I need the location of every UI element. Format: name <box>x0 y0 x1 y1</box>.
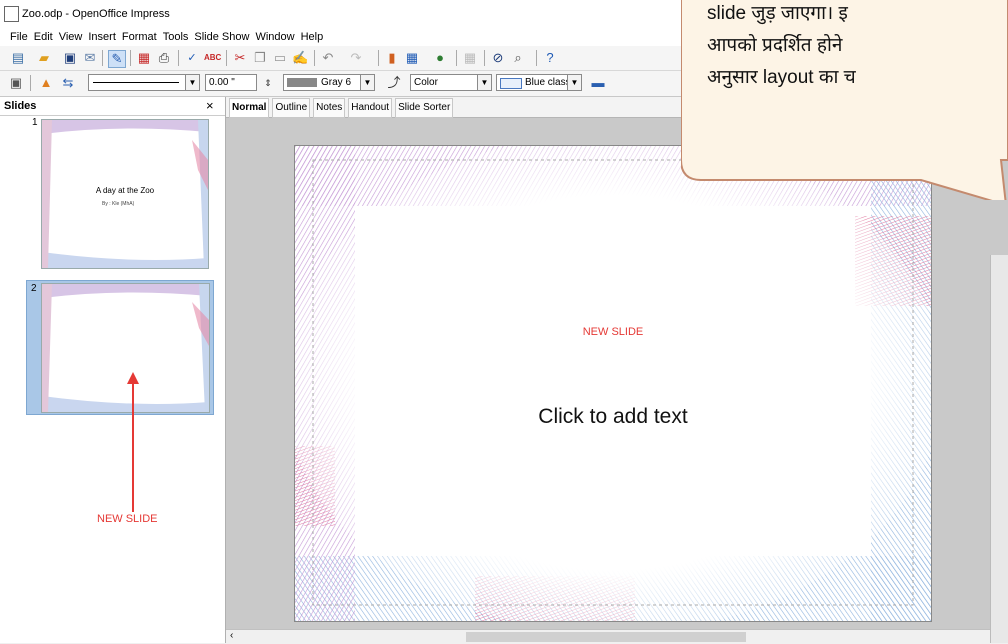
tab-normal[interactable]: Normal <box>229 98 270 118</box>
close-icon[interactable]: × <box>206 98 214 113</box>
copy-icon[interactable]: ❐ <box>252 50 268 66</box>
menu-format[interactable]: Format <box>122 28 157 46</box>
table-icon[interactable]: ▦ <box>404 50 420 66</box>
spellcheck-icon[interactable]: ✓ <box>184 50 200 66</box>
area-icon[interactable]: ⤴ <box>386 75 402 91</box>
chevron-down-icon: ▼ <box>567 75 581 90</box>
slide-thumbnail-1[interactable]: A day at the Zoo By : Kle (MhA) <box>41 119 209 269</box>
redo-icon[interactable]: ↷ <box>348 50 364 66</box>
slides-pane-title: Slides <box>4 100 37 112</box>
chevron-down-icon: ▼ <box>185 75 199 90</box>
line-width-field[interactable]: 0.00 " <box>205 74 257 91</box>
standard-toolbar: ▤ ▰ ▣ ✉ ✎ ▦ ⎙ ✓ ABC ✂ ❐ ▭ ✍ ↶ ↷ ▮ ▦ ● ▦ … <box>0 46 700 71</box>
pdf-icon[interactable]: ▦ <box>136 50 152 66</box>
styles-icon[interactable]: ▣ <box>8 75 24 91</box>
navigator-icon[interactable]: ⊘ <box>490 50 506 66</box>
line-fill-toolbar: ▣ ▲ ⇆ ▼ 0.00 " ⇕ Gray 6 ▼ ⤴ Color ▼ Blue… <box>0 71 700 97</box>
spin-icon[interactable]: ⇕ <box>260 75 276 91</box>
save-icon[interactable]: ▣ <box>62 50 78 66</box>
chevron-down-icon: ▼ <box>477 75 491 90</box>
slide-thumbnail-title: A day at the Zoo <box>95 186 155 195</box>
cut-icon[interactable]: ✂ <box>232 50 248 66</box>
menu-view[interactable]: View <box>59 28 83 46</box>
new-slide-annotation: NEW SLIDE <box>97 513 158 525</box>
slide-title-label[interactable]: NEW SLIDE <box>295 326 931 338</box>
annotation-arrow <box>127 372 139 512</box>
line-style-icon[interactable]: ▲ <box>38 75 54 91</box>
email-icon[interactable]: ✉ <box>82 50 98 66</box>
tab-handout[interactable]: Handout <box>348 98 393 118</box>
slides-pane-header: Slides × <box>0 97 225 116</box>
slide-background <box>295 146 931 621</box>
paste-icon[interactable]: ▭ <box>272 50 288 66</box>
scroll-left-icon[interactable]: ‹ <box>230 630 233 641</box>
slides-pane: Slides × 1 A day at the Zoo By : Kle (Mh… <box>0 97 226 643</box>
menu-window[interactable]: Window <box>255 28 294 46</box>
line-color-label: Gray 6 <box>321 77 352 88</box>
scrollbar-thumb[interactable] <box>466 632 746 642</box>
line-style-select[interactable]: ▼ <box>88 74 200 91</box>
help-icon[interactable]: ? <box>542 50 558 66</box>
print-icon[interactable]: ⎙ <box>156 50 172 66</box>
menu-help[interactable]: Help <box>301 28 324 46</box>
area-fill-select[interactable]: Blue classic ▼ <box>496 74 582 91</box>
line-color-select[interactable]: Gray 6 ▼ <box>283 74 375 91</box>
tab-outline[interactable]: Outline <box>272 98 311 118</box>
horizontal-scrollbar[interactable]: ‹ › <box>226 629 1008 644</box>
autospell-icon[interactable]: ABC <box>204 50 221 66</box>
menu-slide-show[interactable]: Slide Show <box>194 28 249 46</box>
open-icon[interactable]: ▰ <box>36 50 52 66</box>
vertical-scrollbar[interactable] <box>990 255 1008 643</box>
tab-slide-sorter[interactable]: Slide Sorter <box>395 98 454 118</box>
arrow-style-icon[interactable]: ⇆ <box>60 75 76 91</box>
hyperlink-icon[interactable]: ● <box>432 50 448 66</box>
chart-icon[interactable]: ▮ <box>384 50 400 66</box>
menu-tools[interactable]: Tools <box>163 28 189 46</box>
grid-icon[interactable]: ▦ <box>462 50 478 66</box>
zoom-icon[interactable]: ⌕ <box>510 50 526 66</box>
content-placeholder[interactable]: Click to add text <box>295 405 931 429</box>
clone-format-icon[interactable]: ✍ <box>292 50 308 66</box>
slide-canvas[interactable]: NEW SLIDE Click to add text <box>294 145 932 622</box>
menu-insert[interactable]: Insert <box>88 28 116 46</box>
callout-line: slide जुड़ जाएगा। इ <box>707 3 848 24</box>
callout-line: अनुसार layout का च <box>707 67 856 88</box>
callout-line: आपको प्रदर्शित होने <box>707 35 843 56</box>
shadow-icon[interactable]: ▬ <box>590 75 606 91</box>
callout-text: slide जुड़ जाएगा। इ आपको प्रदर्शित होने … <box>707 0 1007 94</box>
chevron-down-icon: ▼ <box>360 75 374 90</box>
new-icon[interactable]: ▤ <box>10 50 26 66</box>
slide-thumbnail-subtitle: By : Kle (MhA) <box>102 201 135 207</box>
app-icon <box>4 6 19 22</box>
area-style-select[interactable]: Color ▼ <box>410 74 492 91</box>
tab-notes[interactable]: Notes <box>313 98 346 118</box>
menu-file[interactable]: File <box>10 28 28 46</box>
slide-number: 1 <box>32 117 38 128</box>
menu-edit[interactable]: Edit <box>34 28 53 46</box>
window-title: Zoo.odp - OpenOffice Impress <box>22 8 170 20</box>
area-style-label: Color <box>414 77 438 88</box>
edit-icon[interactable]: ✎ <box>108 50 126 68</box>
slide-number: 2 <box>31 283 37 294</box>
undo-icon[interactable]: ↶ <box>320 50 336 66</box>
